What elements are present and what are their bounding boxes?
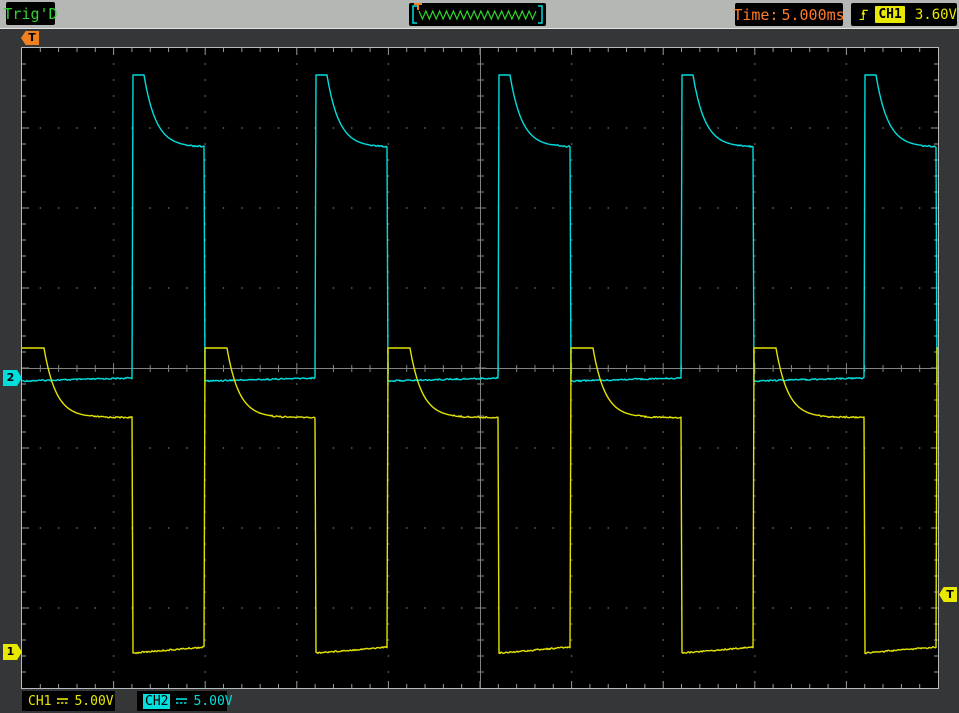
- timebase-readout: Time: 5.000ms: [733, 3, 845, 26]
- ch1-ground-marker[interactable]: 1: [3, 644, 22, 660]
- trigger-readout: CH1 3.60V: [851, 3, 957, 26]
- ch2-scale-value: 5.00V: [193, 693, 233, 709]
- trigger-status-box: Trig'D: [3, 2, 58, 25]
- trigger-position-marker[interactable]: T: [21, 31, 39, 45]
- ch1-scale-value: 5.00V: [74, 693, 114, 709]
- timebase-value: 5.000ms: [781, 5, 845, 24]
- dc-coupling-icon: [176, 697, 188, 705]
- ch2-readout[interactable]: CH2 5.00V: [137, 691, 233, 711]
- waveform-display: [21, 47, 939, 689]
- display-bezel: T 2 1 T CH1 5.00V CH2 5.00V: [0, 29, 959, 713]
- trigger-status-text: Trig'D: [3, 4, 58, 23]
- trigger-level-value: 3.60V: [914, 6, 957, 23]
- trigger-level-marker[interactable]: T: [939, 587, 957, 602]
- rising-edge-trigger-icon: [859, 9, 868, 21]
- horizontal-position-preview[interactable]: [409, 3, 546, 26]
- ch1-readout[interactable]: CH1 5.00V: [22, 691, 115, 711]
- ch1-label: CH1: [28, 693, 52, 709]
- trigger-source-badge: CH1: [875, 6, 905, 23]
- ch2-label: CH2: [143, 693, 171, 709]
- memory-preview-waveform: [412, 3, 543, 24]
- dc-coupling-icon: [57, 697, 69, 705]
- top-status-bar: Trig'D Time: 5.000ms CH1 3.60V: [0, 0, 959, 29]
- graticule-grid: [22, 48, 938, 688]
- oscilloscope-window: Trig'D Time: 5.000ms CH1 3.60V T 2 1 T C: [0, 0, 959, 713]
- ch2-ground-marker[interactable]: 2: [3, 370, 22, 386]
- timebase-label: Time:: [733, 5, 779, 24]
